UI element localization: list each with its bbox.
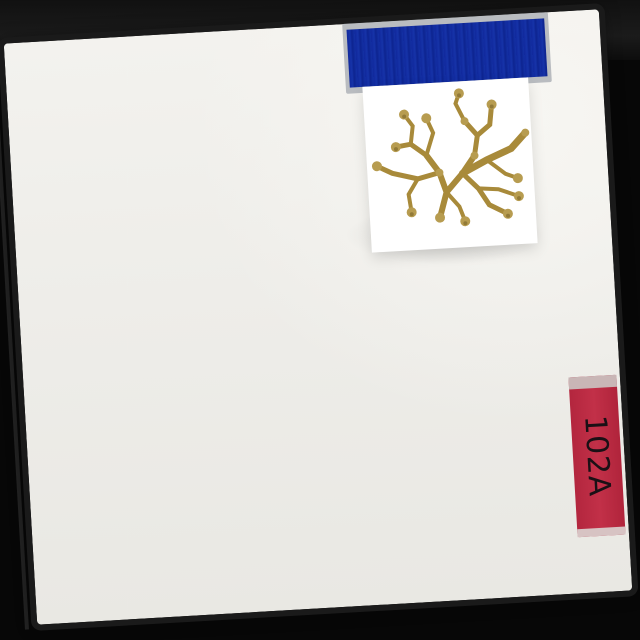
coral-specimen-icon	[371, 88, 530, 227]
red-label-tape: 102A	[568, 374, 626, 538]
specimen-photo-card	[362, 77, 538, 253]
specimen-id-label: 102A	[577, 414, 617, 498]
photo-scene: 102A	[0, 0, 640, 640]
red-label-top-edge	[568, 374, 618, 390]
light-panel	[3, 9, 633, 625]
